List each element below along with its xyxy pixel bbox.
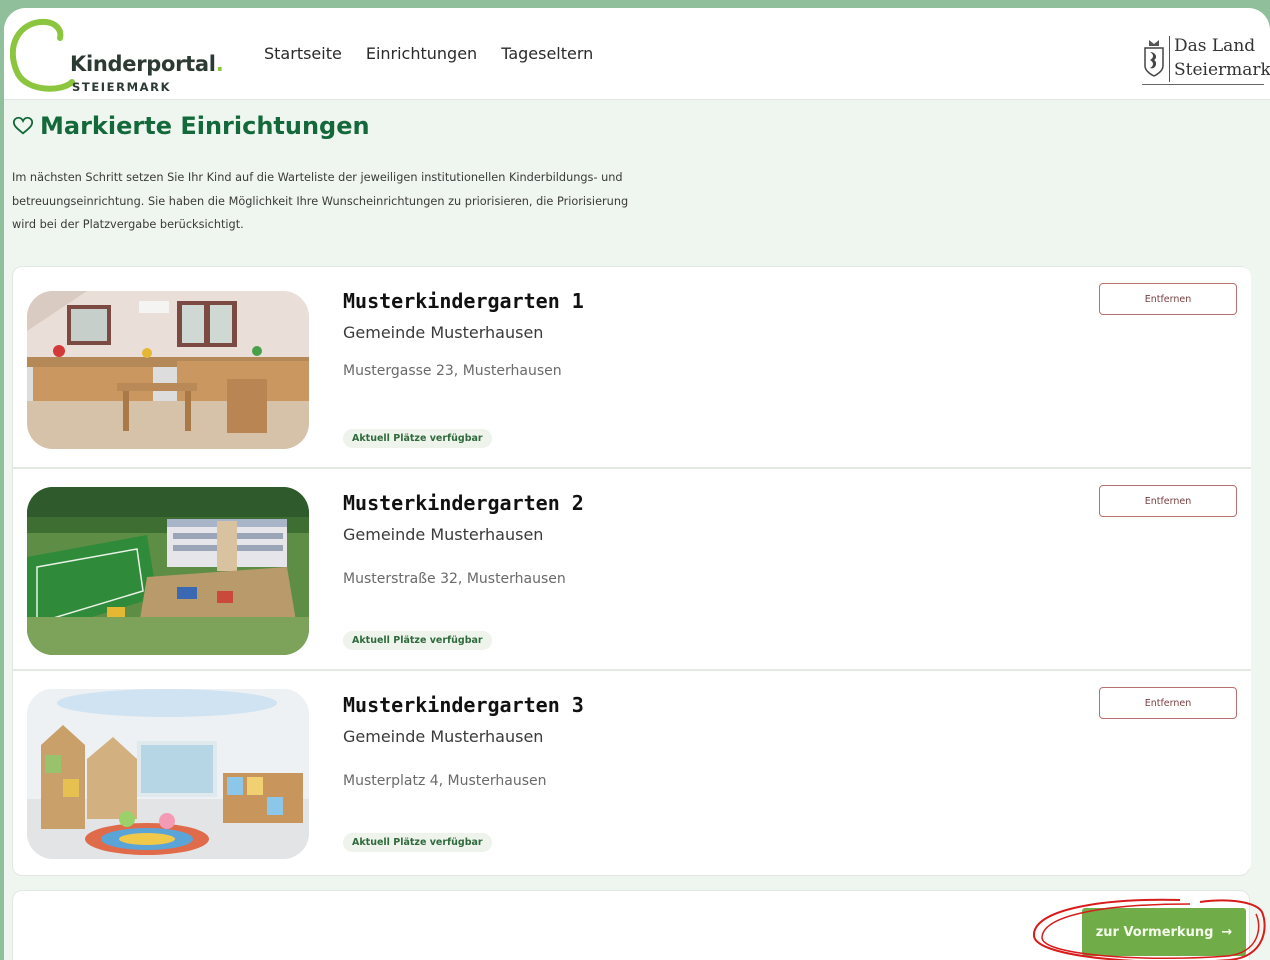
facility-name[interactable]: Musterkindergarten 3: [343, 693, 584, 717]
page-title: Markierte Einrichtungen: [12, 112, 370, 140]
land-underline: [1142, 84, 1264, 85]
facility-address: Musterplatz 4, Musterhausen: [343, 773, 547, 789]
facility-image: [27, 291, 309, 449]
arrow-right-icon: →: [1221, 924, 1233, 940]
facility-image: [27, 689, 309, 859]
availability-badge: Aktuell Plätze verfügbar: [343, 833, 492, 852]
site-header: Kinderportal. STEIERMARK Startseite Einr…: [4, 8, 1270, 100]
action-footer: [12, 890, 1250, 960]
intro-text: Im nächsten Schritt setzen Sie Ihr Kind …: [12, 171, 629, 231]
facility-image: [27, 487, 309, 655]
land-line-1: Das Land: [1174, 36, 1256, 56]
nav-tageseltern[interactable]: Tageseltern: [501, 44, 593, 63]
remove-button[interactable]: Entfernen: [1099, 687, 1237, 719]
nav-einrichtungen[interactable]: Einrichtungen: [366, 44, 477, 63]
facility-card: Musterkindergarten 3 Gemeinde Musterhaus…: [13, 671, 1251, 873]
vormerkung-label: zur Vormerkung: [1095, 924, 1214, 940]
facility-municipality: Gemeinde Musterhausen: [343, 323, 544, 342]
remove-button[interactable]: Entfernen: [1099, 283, 1237, 315]
facility-card: Musterkindergarten 2 Gemeinde Musterhaus…: [13, 469, 1251, 671]
logo-subtitle: STEIERMARK: [72, 80, 172, 94]
page-heading: Markierte Einrichtungen: [40, 112, 370, 140]
crest-icon: [1144, 40, 1164, 77]
facility-address: Musterstraße 32, Musterhausen: [343, 571, 566, 587]
facility-municipality: Gemeinde Musterhausen: [343, 525, 544, 544]
kinderportal-logo[interactable]: Kinderportal. STEIERMARK: [10, 16, 250, 94]
main-nav: Startseite Einrichtungen Tageseltern: [264, 44, 593, 63]
facility-municipality: Gemeinde Musterhausen: [343, 727, 544, 746]
remove-button[interactable]: Entfernen: [1099, 485, 1237, 517]
land-text: Das Land Steiermark: [1174, 34, 1270, 82]
app-window: Kinderportal. STEIERMARK Startseite Einr…: [4, 8, 1270, 960]
land-divider: [1169, 36, 1170, 82]
heart-outline-icon: [12, 116, 34, 135]
availability-badge: Aktuell Plätze verfügbar: [343, 631, 492, 650]
land-line-2: Steiermark: [1174, 60, 1270, 80]
facility-card: Musterkindergarten 1 Gemeinde Musterhaus…: [13, 267, 1251, 469]
facility-address: Mustergasse 23, Musterhausen: [343, 363, 562, 379]
nav-startseite[interactable]: Startseite: [264, 44, 342, 63]
vormerkung-button[interactable]: zur Vormerkung →: [1082, 908, 1246, 956]
logo-wordmark: Kinderportal.: [70, 52, 224, 76]
land-steiermark-logo[interactable]: Das Land Steiermark: [1142, 34, 1270, 86]
facility-list: Musterkindergarten 1 Gemeinde Musterhaus…: [12, 266, 1251, 876]
facility-name[interactable]: Musterkindergarten 2: [343, 491, 584, 515]
availability-badge: Aktuell Plätze verfügbar: [343, 429, 492, 448]
facility-name[interactable]: Musterkindergarten 1: [343, 289, 584, 313]
